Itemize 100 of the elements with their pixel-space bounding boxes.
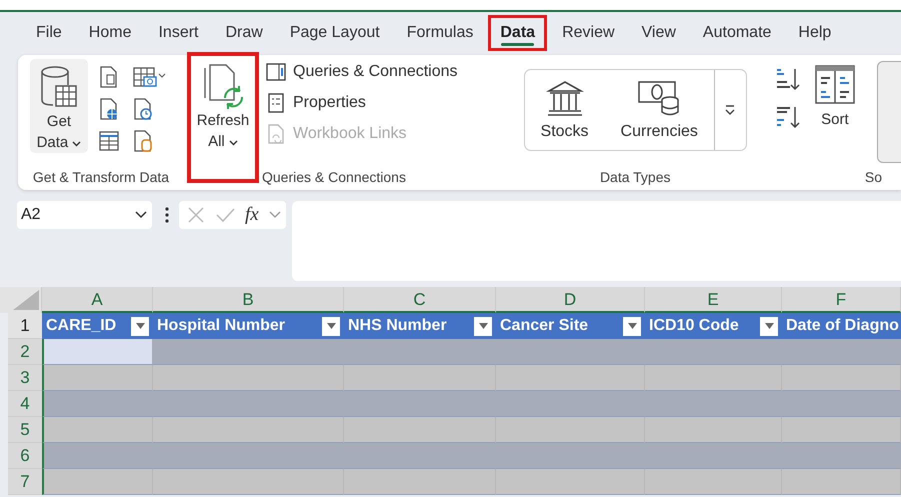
web-file-icon[interactable] xyxy=(98,97,120,121)
caret-icon xyxy=(326,323,336,329)
sort-button[interactable]: Sort xyxy=(814,65,855,128)
group-label: Get & Transform Data xyxy=(32,169,170,187)
table-header-cell: Hospital Number xyxy=(153,313,344,339)
caret-icon xyxy=(478,323,488,329)
ribbon-tab[interactable]: Insert xyxy=(146,14,210,50)
filter-dropdown-button[interactable] xyxy=(760,316,778,336)
table-cell[interactable] xyxy=(782,365,901,391)
data-type-button[interactable]: Stocks xyxy=(524,70,605,150)
column-header[interactable]: F xyxy=(782,287,901,313)
refresh-document-icon xyxy=(202,64,244,110)
table-cell[interactable] xyxy=(42,469,153,495)
table-cell[interactable] xyxy=(782,339,901,365)
table-header-cell: CARE_ID xyxy=(42,313,153,339)
filter-dropdown-button[interactable] xyxy=(474,316,492,336)
row-header[interactable]: 7 xyxy=(8,469,42,495)
chevron-down-icon xyxy=(268,211,281,219)
chevron-down-icon xyxy=(72,141,82,147)
table-icon[interactable] xyxy=(98,129,120,153)
table-cell[interactable] xyxy=(645,365,782,391)
table-cell[interactable] xyxy=(645,469,782,495)
ribbon-tab[interactable]: Formulas xyxy=(394,14,486,50)
table-cell[interactable] xyxy=(782,417,901,443)
table-cell[interactable] xyxy=(782,443,901,469)
table-cell[interactable] xyxy=(496,417,645,443)
group-label: So xyxy=(864,169,882,187)
filter-dropdown-button[interactable] xyxy=(322,316,340,336)
column-header[interactable]: D xyxy=(496,287,645,313)
table-cell[interactable] xyxy=(645,417,782,443)
column-header[interactable]: E xyxy=(645,287,782,313)
chevron-down-icon xyxy=(228,140,238,146)
table-header-cell: Cancer Site xyxy=(496,313,645,339)
refresh-all-button[interactable]: Refresh All xyxy=(187,52,259,183)
group-label: Queries & Connections xyxy=(262,169,406,187)
ribbon-tab[interactable]: Home xyxy=(76,14,144,50)
filter-dropdown-button[interactable] xyxy=(131,316,149,336)
table-cell[interactable] xyxy=(153,365,344,391)
name-box[interactable]: A2 xyxy=(17,201,152,229)
ribbon-tab[interactable]: Data xyxy=(488,14,548,50)
filter-dropdown-button[interactable] xyxy=(623,316,641,336)
table-cell[interactable] xyxy=(344,417,496,443)
table-cell[interactable] xyxy=(153,469,344,495)
table-cell[interactable] xyxy=(42,417,153,443)
ribbon-tab[interactable]: Draw xyxy=(213,14,275,50)
table-cell[interactable] xyxy=(42,365,153,391)
table-cell[interactable] xyxy=(42,443,153,469)
banknote-coins-icon xyxy=(637,79,682,117)
database-file-icon[interactable] xyxy=(132,129,154,153)
table-cell[interactable] xyxy=(496,365,645,391)
ribbon-command[interactable]: Properties xyxy=(265,92,458,114)
gallery-more-button[interactable] xyxy=(714,70,746,150)
row-header[interactable]: 4 xyxy=(8,391,42,417)
row-header[interactable]: 6 xyxy=(8,443,42,469)
table-cell[interactable] xyxy=(344,365,496,391)
panel-icon xyxy=(265,61,287,83)
table-cell[interactable] xyxy=(782,469,901,495)
row-header[interactable]: 2 xyxy=(8,339,42,365)
column-header[interactable]: A xyxy=(42,287,153,313)
ribbon-tab[interactable]: View xyxy=(630,14,688,50)
ribbon-command[interactable]: Queries & Connections xyxy=(265,61,458,83)
row-header[interactable]: 5 xyxy=(8,417,42,443)
get-data-button[interactable]: Get Data xyxy=(30,59,88,153)
ribbon-tab[interactable]: Automate xyxy=(690,14,784,50)
table-cell[interactable] xyxy=(153,339,344,365)
table-cell[interactable] xyxy=(42,339,153,365)
table-cell[interactable] xyxy=(496,469,645,495)
table-camera-icon[interactable] xyxy=(132,65,166,89)
table-cell[interactable] xyxy=(42,391,153,417)
group-label: Data Types xyxy=(598,169,672,187)
table-header-cell: NHS Number xyxy=(344,313,496,339)
ribbon-tab[interactable]: Page Layout xyxy=(278,14,392,50)
bank-building-icon xyxy=(544,79,585,117)
ribbon-tab[interactable]: Help xyxy=(786,14,844,50)
table-cell[interactable] xyxy=(782,391,901,417)
row-header[interactable]: 1 xyxy=(8,313,42,339)
check-icon[interactable] xyxy=(215,206,235,224)
caret-icon xyxy=(136,323,144,329)
chevron-down-icon xyxy=(724,104,736,116)
row-header[interactable]: 3 xyxy=(8,365,42,391)
insert-function-button[interactable]: fx xyxy=(245,204,259,226)
sort-grid-icon xyxy=(814,65,855,105)
cancel-icon[interactable] xyxy=(187,206,205,224)
corner-triangle-icon xyxy=(13,290,39,310)
table-cell[interactable] xyxy=(153,417,344,443)
column-header[interactable]: C xyxy=(344,287,496,313)
select-all-corner[interactable] xyxy=(0,287,42,313)
chevron-down-icon xyxy=(134,210,148,220)
filter-button[interactable] xyxy=(876,61,901,163)
clock-file-icon[interactable] xyxy=(132,97,154,121)
ribbon-tab[interactable]: File xyxy=(24,14,74,50)
ribbon-tab[interactable]: Review xyxy=(550,14,627,50)
data-type-button[interactable]: Currencies xyxy=(604,70,714,150)
table-header-cell: Date of Diagno xyxy=(782,313,901,339)
column-header[interactable]: B xyxy=(153,287,344,313)
table-header-cell: ICD10 Code xyxy=(645,313,782,339)
more-icon[interactable] xyxy=(165,207,169,223)
caret-icon xyxy=(764,323,774,329)
table-cell[interactable] xyxy=(344,469,496,495)
caret-icon xyxy=(628,323,636,329)
